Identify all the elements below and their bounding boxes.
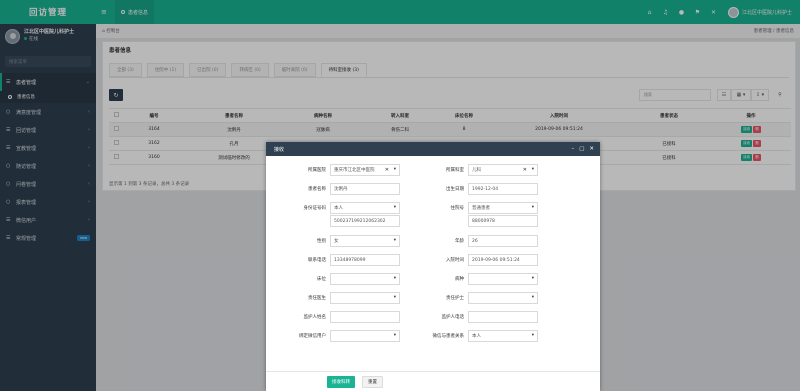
clear-icon[interactable]: ✕ [385,167,389,173]
maximize-icon[interactable]: ▢ [579,146,584,152]
doctor-select[interactable]: ▾ [330,292,400,304]
minimize-icon[interactable]: – [571,146,574,152]
chevron-down-icon: ▾ [393,333,396,338]
dept-label: 所属科室 [446,168,464,173]
guardian-phone-input[interactable] [468,311,538,323]
nurse-select[interactable]: ▾ [468,292,538,304]
idcard-input[interactable]: 500237199212062302 [330,215,400,227]
birth-label: 出生日期 [446,187,464,192]
idcard-label: 身份证号码 [303,206,327,211]
birth-value: 1992-12-04 [472,186,499,192]
dialog-footer: 接收科转 重置 [266,371,600,391]
chevron-down-icon: ▾ [531,167,534,172]
phone-value: 13348978099 [334,257,366,263]
gender-label: 性别 [317,239,326,244]
bed-label: 床位 [317,277,326,282]
doctor-label: 责任医生 [308,296,326,301]
age-value: 26 [472,238,478,244]
chevron-down-icon: ▾ [393,276,396,281]
wechat-label: 绑定微信用户 [299,334,326,339]
idtype-select[interactable]: 本人 ▾ [330,202,400,214]
close-icon[interactable]: ✕ [589,146,594,152]
idtype-value: 本人 [334,206,343,211]
chevron-down-icon: ▾ [531,333,534,338]
insure-number-input[interactable]: 88000978 [468,215,538,227]
birth-input[interactable]: 1992-12-04 [468,183,538,195]
admit-time-input[interactable]: 2019-09-06 09:51:24 [468,254,538,266]
chevron-down-icon: ▾ [531,205,534,210]
guardian-label: 监护人姓名 [303,315,327,320]
idcard-value: 500237199212062302 [334,218,386,224]
dialog-header: 接收 – ▢ ✕ [266,142,600,156]
guardian-phone-label: 监护人电话 [441,315,465,320]
relation-label: 微信与患者关系 [432,334,465,339]
insure-number-value: 88000978 [472,218,495,224]
chevron-down-icon: ▾ [393,295,396,300]
age-label: 年龄 [455,239,464,244]
hospital-label: 所属医院 [308,168,326,173]
dialog-title: 接收 [274,146,285,153]
nurse-label: 责任护士 [446,296,464,301]
insure-type-select[interactable]: 普通患者 ▾ [468,202,538,214]
hospital-select[interactable]: 重庆市江北区中医院 ✕ ▾ [330,164,400,176]
dept-value: 儿科 [472,168,481,173]
guardian-name-input[interactable] [330,311,400,323]
name-label: 患者名称 [308,187,326,192]
phone-input[interactable]: 13348978099 [330,254,400,266]
clear-icon[interactable]: ✕ [523,167,527,173]
admit-value: 2019-09-06 09:51:24 [472,257,520,263]
admit-label: 入院时间 [446,258,464,263]
name-value: 沈俐丹 [334,187,348,192]
reset-button[interactable]: 重置 [362,376,383,388]
disease-label: 病种 [455,277,464,282]
phone-label: 联系电话 [308,258,326,263]
wechat-user-select[interactable]: ▾ [330,330,400,342]
age-input[interactable]: 26 [468,235,538,247]
name-input[interactable]: 沈俐丹 [330,183,400,195]
chevron-down-icon: ▾ [531,295,534,300]
chevron-down-icon: ▾ [393,167,396,172]
insure-label: 住院号 [450,206,465,211]
relation-select[interactable]: 本人 ▾ [468,330,538,342]
chevron-down-icon: ▾ [393,238,396,243]
relation-value: 本人 [472,334,481,339]
hospital-value: 重庆市江北区中医院 [334,168,375,173]
chevron-down-icon: ▾ [393,205,396,210]
receive-dialog: 接收 – ▢ ✕ 所属医院 重庆市江北区中医院 ✕ ▾ 所属科室 儿科 ✕ ▾ … [266,142,600,391]
bed-select[interactable]: ▾ [330,273,400,285]
disease-select[interactable]: ▾ [468,273,538,285]
gender-select[interactable]: 女 ▾ [330,235,400,247]
chevron-down-icon: ▾ [531,276,534,281]
dept-select[interactable]: 儿科 ✕ ▾ [468,164,538,176]
save-button[interactable]: 接收科转 [327,376,355,388]
gender-value: 女 [334,239,339,244]
insure-type-value: 普通患者 [472,206,490,211]
